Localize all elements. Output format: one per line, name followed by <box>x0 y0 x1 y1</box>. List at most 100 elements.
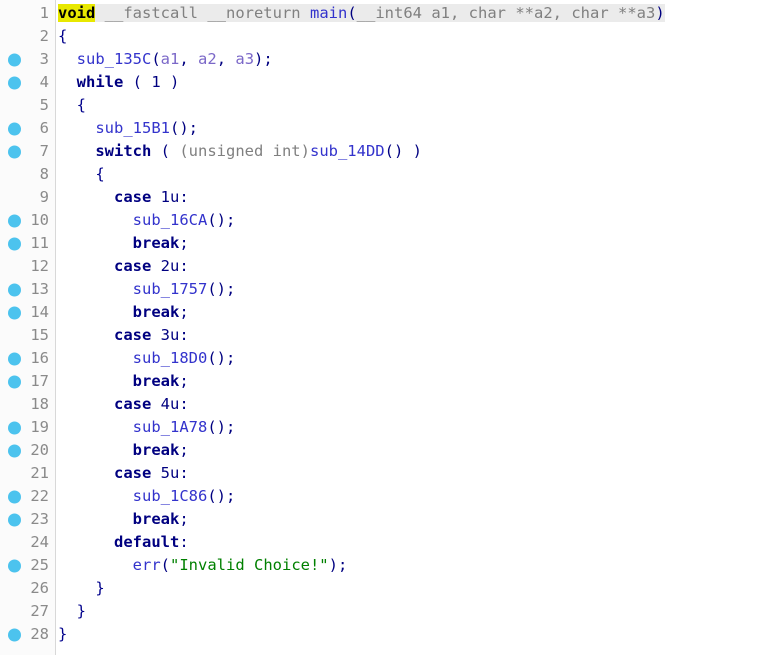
code-token: () ) <box>384 142 422 160</box>
code-line[interactable]: sub_16CA(); <box>56 209 778 232</box>
code-line[interactable]: default: <box>56 531 778 554</box>
code-token: void <box>58 4 96 22</box>
code-line[interactable]: switch ( (unsigned int)sub_14DD() ) <box>56 140 778 163</box>
gutter-row[interactable]: 4 <box>0 71 55 94</box>
code-line[interactable]: case 2u: <box>56 255 778 278</box>
gutter-row[interactable]: 20 <box>0 439 55 462</box>
breakpoint-dot-icon[interactable] <box>8 237 21 250</box>
code-token: sub_16CA <box>132 211 208 229</box>
gutter-row[interactable]: 17 <box>0 370 55 393</box>
gutter-row[interactable]: 27 <box>0 600 55 623</box>
gutter-row[interactable]: 10 <box>0 209 55 232</box>
gutter-row[interactable]: 19 <box>0 416 55 439</box>
breakpoint-dot-icon[interactable] <box>8 628 21 641</box>
gutter-row[interactable]: 18 <box>0 393 55 416</box>
line-number-gutter[interactable]: 1 2 3 4 5 6 7 8 9 10 11 12 13 14 15 16 17 18 19 20 21 22 23 24 2… <box>0 0 56 655</box>
gutter-row[interactable]: 5 <box>0 94 55 117</box>
gutter-row[interactable]: 21 <box>0 462 55 485</box>
code-token: (); <box>207 487 236 505</box>
code-line[interactable]: sub_1A78(); <box>56 416 778 439</box>
code-token: char <box>571 4 618 22</box>
code-area[interactable]: void __fastcall __noreturn main(__int64 … <box>56 0 778 655</box>
gutter-row[interactable]: 13 <box>0 278 55 301</box>
code-token: __fastcall __noreturn <box>104 4 310 22</box>
code-line[interactable]: { <box>56 94 778 117</box>
code-line[interactable]: sub_135C(a1, a2, a3); <box>56 48 778 71</box>
code-token: case <box>114 395 152 413</box>
breakpoint-dot-icon[interactable] <box>8 352 21 365</box>
code-line[interactable]: case 3u: <box>56 324 778 347</box>
breakpoint-dot-icon[interactable] <box>8 375 21 388</box>
line-number: 20 <box>30 441 49 459</box>
gutter-row[interactable]: 22 <box>0 485 55 508</box>
gutter-row[interactable]: 3 <box>0 48 55 71</box>
code-line[interactable]: break; <box>56 439 778 462</box>
breakpoint-dot-icon[interactable] <box>8 76 21 89</box>
code-line[interactable]: { <box>56 25 778 48</box>
code-line[interactable]: break; <box>56 232 778 255</box>
code-line[interactable]: break; <box>56 301 778 324</box>
line-number: 1 <box>39 4 49 22</box>
breakpoint-dot-icon[interactable] <box>8 283 21 296</box>
breakpoint-dot-icon[interactable] <box>8 214 21 227</box>
code-line[interactable]: sub_15B1(); <box>56 117 778 140</box>
gutter-row[interactable]: 1 <box>0 2 55 25</box>
code-line[interactable]: } <box>56 600 778 623</box>
breakpoint-dot-icon[interactable] <box>8 145 21 158</box>
breakpoint-dot-icon[interactable] <box>8 490 21 503</box>
code-line[interactable]: { <box>56 163 778 186</box>
code-line[interactable]: case 4u: <box>56 393 778 416</box>
line-number: 19 <box>30 418 49 436</box>
code-line[interactable]: err("Invalid Choice!"); <box>56 554 778 577</box>
gutter-row[interactable]: 9 <box>0 186 55 209</box>
code-token: ) <box>160 73 180 91</box>
code-line[interactable]: case 5u: <box>56 462 778 485</box>
code-line[interactable]: } <box>56 577 778 600</box>
gutter-row[interactable]: 25 <box>0 554 55 577</box>
code-line[interactable]: break; <box>56 508 778 531</box>
gutter-row[interactable]: 24 <box>0 531 55 554</box>
gutter-row[interactable]: 28 <box>0 623 55 646</box>
code-line[interactable]: while ( 1 ) <box>56 71 778 94</box>
breakpoint-dot-icon[interactable] <box>8 421 21 434</box>
gutter-row[interactable]: 14 <box>0 301 55 324</box>
code-token: : <box>179 188 189 206</box>
code-line[interactable]: sub_18D0(); <box>56 347 778 370</box>
breakpoint-dot-icon[interactable] <box>8 306 21 319</box>
breakpoint-dot-icon[interactable] <box>8 122 21 135</box>
code-line[interactable]: case 1u: <box>56 186 778 209</box>
gutter-row[interactable]: 2 <box>0 25 55 48</box>
breakpoint-dot-icon[interactable] <box>8 444 21 457</box>
breakpoint-dot-icon[interactable] <box>8 513 21 526</box>
code-token: ; <box>179 372 189 390</box>
line-number: 27 <box>30 602 49 620</box>
code-token: char <box>468 4 516 22</box>
code-token: ( <box>160 556 170 574</box>
gutter-row[interactable]: 11 <box>0 232 55 255</box>
breakpoint-dot-icon[interactable] <box>8 559 21 572</box>
code-token: **a3 <box>618 4 656 22</box>
code-line[interactable]: } <box>56 623 778 646</box>
code-token: 4u <box>160 395 180 413</box>
gutter-row[interactable]: 15 <box>0 324 55 347</box>
gutter-row[interactable]: 16 <box>0 347 55 370</box>
gutter-row[interactable]: 12 <box>0 255 55 278</box>
gutter-row[interactable]: 26 <box>0 577 55 600</box>
code-line[interactable]: break; <box>56 370 778 393</box>
line-number: 25 <box>30 556 49 574</box>
line-number: 14 <box>30 303 49 321</box>
gutter-row[interactable]: 6 <box>0 117 55 140</box>
code-line[interactable]: void __fastcall __noreturn main(__int64 … <box>56 2 778 25</box>
code-token: : <box>179 257 189 275</box>
gutter-row[interactable]: 8 <box>0 163 55 186</box>
code-line[interactable]: sub_1757(); <box>56 278 778 301</box>
gutter-row[interactable]: 7 <box>0 140 55 163</box>
breakpoint-dot-icon[interactable] <box>8 53 21 66</box>
code-line[interactable]: sub_1C86(); <box>56 485 778 508</box>
gutter-row[interactable]: 23 <box>0 508 55 531</box>
